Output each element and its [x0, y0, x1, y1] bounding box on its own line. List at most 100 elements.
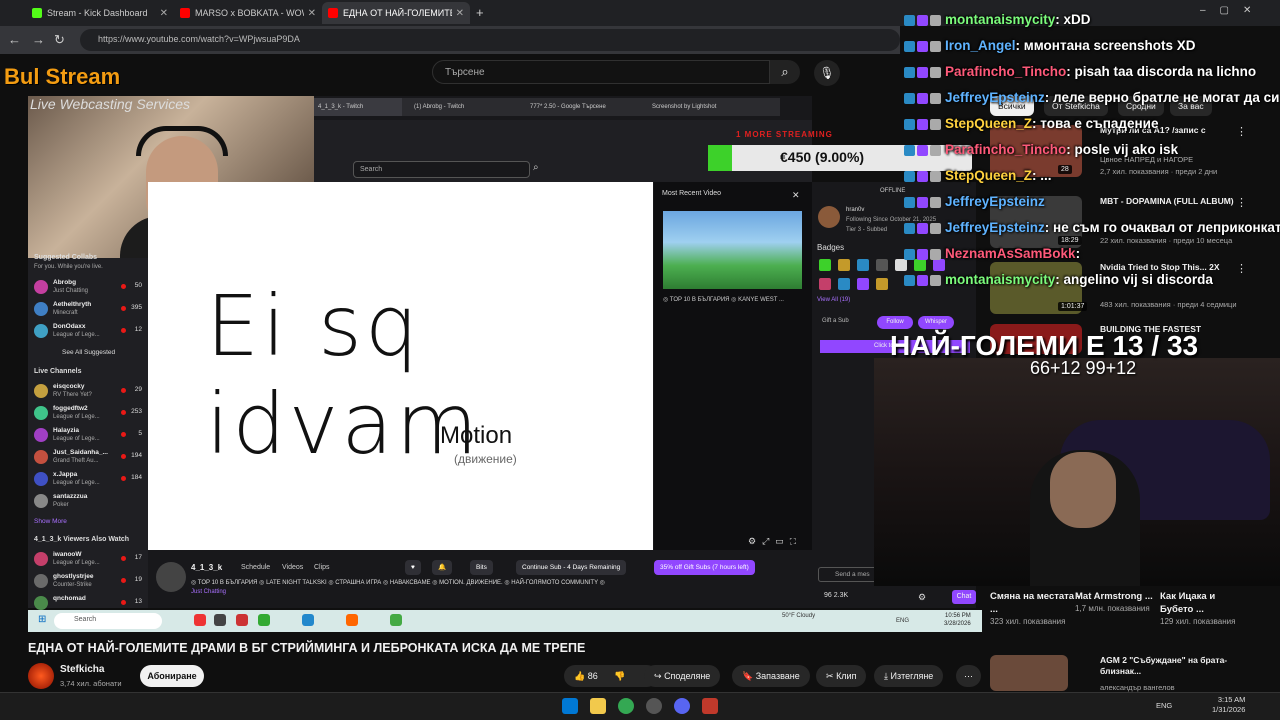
search-input[interactable]: Търсене: [432, 60, 770, 84]
inner-browser-tabs: 4_1_3_k - Twitch (1) Abrobg - Twitch 777…: [310, 98, 780, 116]
reload-icon[interactable]: ↻: [54, 32, 65, 48]
save-button[interactable]: 🔖 Запазване: [732, 665, 810, 687]
tab-current-video[interactable]: ЕДНА ОТ НАЙ-ГОЛЕМИТЕ ✕: [322, 2, 470, 24]
tab-clips[interactable]: Clips: [314, 564, 330, 571]
sidebar-channel[interactable]: x.Jappa League of Lege... 184: [34, 470, 142, 490]
system-clock[interactable]: 3:15 AM 1/31/2026: [1212, 695, 1245, 715]
video-title: ЕДНА ОТ НАЙ-ГОЛЕМИТЕ ДРАМИ В БГ СТРИЙМИН…: [28, 641, 586, 655]
twitch-sidebar: Suggested Collabs For you. While you're …: [28, 254, 148, 610]
url-field[interactable]: https://www.youtube.com/watch?v=WPjwsuaP…: [80, 29, 900, 51]
more-actions-icon[interactable]: ⋯: [956, 665, 981, 687]
download-icon: ⤓: [884, 671, 888, 681]
search-icon[interactable]: ⌕: [770, 60, 800, 84]
sidebar-channel[interactable]: foggedftw2 League of Lege... 253: [34, 404, 142, 424]
player-controls-icons[interactable]: ⚙⤢▭⛶: [748, 536, 802, 547]
follow-button[interactable]: Follow: [877, 316, 913, 329]
chat-badges-icon: [904, 142, 943, 157]
whisper-button[interactable]: Whisper: [918, 316, 954, 329]
sidebar-channel[interactable]: ghostlystrjee Counter-Strike 19: [34, 572, 142, 592]
show-more-link[interactable]: Show More: [34, 518, 67, 525]
gift-sub-button[interactable]: Gift a Sub: [822, 318, 849, 324]
tab-marso[interactable]: MARSO x BOBKATA - WOW [OF✕: [174, 2, 322, 24]
bits-button[interactable]: Bits: [470, 560, 493, 575]
download-button[interactable]: ⤓ Изтегляне: [874, 665, 944, 687]
badge-icon: [819, 259, 831, 271]
view-all-badges-link[interactable]: View All (19): [817, 297, 850, 303]
live-dot: [121, 454, 126, 459]
close-icon[interactable]: ✕: [160, 8, 168, 19]
mic-icon[interactable]: 🎙: [814, 60, 840, 86]
share-icon: ↪: [654, 671, 662, 681]
discord-icon[interactable]: [674, 698, 690, 714]
more-icon[interactable]: ⋮: [1236, 262, 1247, 275]
channel-avatar[interactable]: [156, 562, 186, 592]
live-dot: [121, 328, 126, 333]
sidebar-channel[interactable]: Halayzia League of Lege... 5: [34, 426, 142, 446]
sidebar-channel[interactable]: iwanooW League of Lege... 17: [34, 550, 142, 570]
chat-username: Parafincho_Tincho: [945, 64, 1067, 79]
inner-search-field: Search: [54, 613, 162, 629]
sidebar-channel[interactable]: eisqcocky RV There Yet? 29: [34, 382, 142, 402]
chat-badges-icon: [904, 12, 943, 27]
clip-button[interactable]: ✂ Клип: [816, 665, 867, 687]
badge-icon: [819, 278, 831, 290]
most-recent-video-title: Most Recent Video: [662, 190, 722, 197]
windows-start-icon[interactable]: [562, 698, 578, 714]
more-icon[interactable]: ⋮: [1236, 196, 1247, 209]
app-icon[interactable]: [702, 698, 718, 714]
file-explorer-icon[interactable]: [590, 698, 606, 714]
window-controls[interactable]: –▢✕: [1200, 5, 1265, 16]
chrome-icon[interactable]: [618, 698, 634, 714]
tab-videos[interactable]: Videos: [282, 564, 303, 571]
sidebar-channel[interactable]: Aethelthryth Minecraft 395: [34, 300, 142, 320]
subscribe-button[interactable]: Абониране: [140, 665, 204, 687]
thumbs-down-icon[interactable]: 👎: [614, 671, 625, 681]
sidebar-channel[interactable]: DonOdaxx League of Lege... 12: [34, 322, 142, 342]
inner-tab: 777* 2.50 - Google Търсене: [530, 104, 606, 110]
app-icon: [236, 614, 248, 626]
close-icon[interactable]: ✕: [792, 190, 800, 201]
chat-badges-icon: [904, 220, 943, 235]
chat-message: : не съм го очаквал от леприконката: [1044, 220, 1280, 235]
grid-recommendation[interactable]: Mat Armstrong ... 1,7 млн. показвания: [1075, 590, 1165, 615]
most-recent-video-caption: ◎ TOP 10 В БЪЛГАРИЯ ◎ KANYE WEST ...: [663, 297, 784, 303]
grid-recommendation[interactable]: Как Ицака и Бубето ... 129 хил. показван…: [1160, 590, 1250, 628]
gift-promo-button[interactable]: 35% off Gift Subs (7 hours left): [654, 560, 755, 575]
chat-send-button[interactable]: Chat: [952, 590, 976, 604]
stream-category[interactable]: Just Chatting: [191, 589, 226, 595]
inner-tab: 4_1_3_k - Twitch: [310, 98, 402, 116]
live-dot: [121, 476, 126, 481]
thumbnail: [990, 655, 1068, 691]
new-tab-button[interactable]: +: [476, 5, 484, 20]
sidebar-channel[interactable]: Abrobg Just Chatting 50: [34, 278, 142, 298]
heart-icon[interactable]: ♥: [405, 560, 421, 575]
close-icon[interactable]: ✕: [308, 8, 316, 19]
tab-kick-dashboard[interactable]: Stream - Kick Dashboard ✕: [26, 2, 174, 24]
share-button[interactable]: ↪ Споделяне: [644, 665, 721, 687]
tab-schedule[interactable]: Schedule: [241, 564, 270, 571]
chat-badges-icon: [904, 116, 943, 131]
back-icon[interactable]: ←: [8, 32, 21, 47]
avatar: [34, 494, 48, 508]
recommendation-item[interactable]: AGM 2 "Събуждане" на брата-близнак... ал…: [990, 655, 1280, 692]
sidebar-channel[interactable]: santazzzua Poker: [34, 492, 142, 512]
settings-icon[interactable]: ⚙: [918, 592, 926, 603]
badge-icon: [876, 259, 888, 271]
windows-taskbar: [0, 692, 1280, 720]
channel-name[interactable]: Stefkicha: [60, 664, 104, 675]
forward-icon[interactable]: →: [32, 32, 45, 47]
channel-avatar[interactable]: [28, 663, 54, 689]
obs-icon[interactable]: [646, 698, 662, 714]
language-indicator[interactable]: ENG: [1156, 701, 1172, 710]
see-all-suggested-link[interactable]: See All Suggested: [62, 349, 115, 356]
more-icon[interactable]: ⋮: [1236, 125, 1247, 138]
avatar: [34, 450, 48, 464]
recommendation-item[interactable]: 1:01:37 Nvidia Tried to Stop This... 2X …: [990, 262, 1280, 322]
close-icon[interactable]: ✕: [456, 8, 464, 19]
channel-name[interactable]: 4_1_3_k: [191, 563, 222, 572]
bell-icon[interactable]: 🔔: [432, 560, 453, 575]
continue-sub-button[interactable]: Continue Sub - 4 Days Remaining: [516, 560, 627, 575]
sidebar-channel[interactable]: Just_Saidanha_... Grand Theft Au... 194: [34, 448, 142, 468]
grid-recommendation[interactable]: Смяна на местата - ... 323 хил. показван…: [990, 590, 1080, 628]
most-recent-video-thumbnail[interactable]: [663, 211, 802, 289]
